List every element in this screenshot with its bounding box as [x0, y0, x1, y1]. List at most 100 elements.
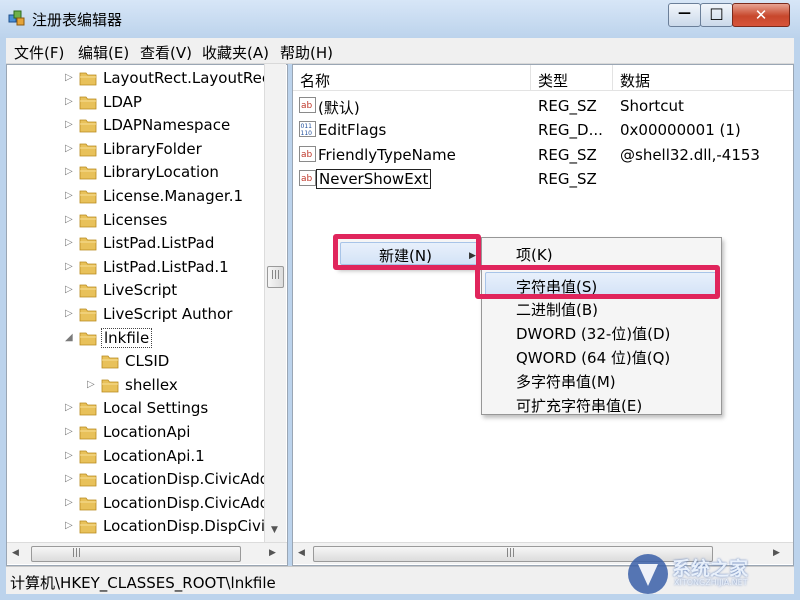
menu-file[interactable]: 文件(F) — [14, 42, 64, 63]
column-header-type[interactable]: 类型 — [531, 65, 613, 91]
folder-icon — [79, 141, 97, 157]
folder-icon — [79, 306, 97, 322]
column-header-data[interactable]: 数据 — [613, 65, 793, 91]
svg-text:110: 110 — [301, 130, 313, 137]
expand-arrow-icon[interactable]: ▷ — [65, 143, 75, 155]
thumb-grip-icon: ||| — [72, 548, 82, 558]
string-value-icon: ab — [299, 169, 316, 186]
tree-item-listpad-listpad-1[interactable]: ▷ ListPad.ListPad.1 — [65, 256, 287, 279]
annotation-highlight-string-value — [475, 265, 720, 299]
tree-item-livescript-author[interactable]: ▷ LiveScript Author — [65, 303, 287, 326]
expand-arrow-icon[interactable]: ▷ — [65, 402, 75, 414]
list-row[interactable]: ab FriendlyTypeName REG_SZ @shell32.dll,-41… — [293, 143, 793, 167]
folder-icon — [79, 330, 97, 346]
tree-item-licenses[interactable]: ▷ Licenses — [65, 209, 287, 232]
tree-item-ldapnamespace[interactable]: ▷ LDAPNamespace — [65, 114, 287, 137]
tree-item-label: LibraryFolder — [103, 139, 202, 158]
svg-text:ab: ab — [301, 101, 313, 111]
annotation-highlight-new — [333, 234, 481, 270]
close-button[interactable]: ✕ — [732, 3, 790, 27]
value-type: REG_SZ — [538, 169, 597, 188]
folder-icon — [79, 424, 97, 440]
menu-favorites[interactable]: 收藏夹(A) — [202, 42, 269, 63]
tree-item-listpad-listpad[interactable]: ▷ ListPad.ListPad — [65, 232, 287, 255]
registry-key-tree[interactable]: ▷ LayoutRect.LayoutRect ▷ LDAP ▷ LDAPNamespac… — [6, 64, 288, 566]
tree-item-local-settings[interactable]: ▷ Local Settings — [65, 397, 287, 420]
thumb-grip-icon: ||| — [506, 548, 516, 558]
tree-item-locationdisp-civicaddr[interactable]: ▷ LocationDisp.CivicAddr — [65, 468, 287, 491]
tree-item-label: LocationDisp.CivicAddr — [103, 470, 276, 489]
expand-arrow-icon[interactable]: ▷ — [87, 379, 97, 391]
tree-item-shellex[interactable]: ▷ shellex — [87, 374, 287, 397]
column-header-name[interactable]: 名称 — [293, 65, 531, 91]
expand-arrow-icon[interactable]: ▷ — [65, 166, 75, 178]
scroll-down-icon[interactable]: ▼ — [271, 525, 278, 535]
minimize-button[interactable]: — — [668, 3, 701, 27]
folder-icon — [79, 495, 97, 511]
tree-item-clsid[interactable]: CLSID — [87, 350, 287, 373]
submenu-item-multi-string-value[interactable]: 多字符串值(M) — [485, 368, 718, 392]
maximize-icon: ☐ — [709, 5, 724, 24]
scroll-right-icon[interactable]: ▶ — [269, 548, 276, 558]
tree-item-label: LiveScript Author — [103, 305, 233, 323]
expand-arrow-icon[interactable]: ▷ — [65, 237, 75, 249]
submenu-item-dword-value[interactable]: DWORD (32-位)值(D) — [485, 320, 718, 344]
tree-item-label: ListPad.ListPad — [103, 234, 215, 253]
submenu-item-multi-string-label: 多字符串值(M) — [516, 373, 616, 391]
tree-item-locationdisp-civicaddr[interactable]: ▷ LocationDisp.CivicAddr — [65, 492, 287, 515]
tree-h-scroll-thumb[interactable]: ||| — [31, 546, 241, 562]
expand-arrow-icon[interactable]: ▷ — [65, 520, 75, 532]
expand-arrow-icon[interactable]: ▷ — [65, 190, 75, 202]
tree-item-livescript[interactable]: ▷ LiveScript — [65, 279, 287, 302]
menu-view[interactable]: 查看(V) — [140, 42, 192, 63]
expand-arrow-icon[interactable]: ▷ — [65, 119, 75, 131]
tree-vertical-scrollbar[interactable]: ||| ▼ — [264, 64, 286, 546]
submenu-item-expandable-string-value[interactable]: 可扩充字符串值(E) — [485, 392, 718, 416]
title-bar[interactable]: 注册表编辑器 — ☐ ✕ — [0, 0, 800, 38]
value-name-rename-field[interactable]: NeverShowExt — [316, 168, 432, 189]
maximize-button[interactable]: ☐ — [700, 3, 733, 27]
list-row[interactable]: 011 110 EditFlags REG_D... 0x00000001 (1) — [293, 118, 793, 142]
submenu-item-key[interactable]: 项(K) — [485, 241, 718, 265]
expand-arrow-icon[interactable] — [87, 355, 97, 367]
tree-item-lnkfile[interactable]: ◢ lnkfile — [65, 327, 287, 350]
expand-arrow-icon[interactable]: ▷ — [65, 261, 75, 273]
folder-icon — [79, 188, 97, 204]
menu-edit[interactable]: 编辑(E) — [78, 42, 129, 63]
scroll-left-icon[interactable]: ◀ — [298, 548, 305, 558]
folder-icon — [101, 377, 119, 393]
tree-item-librarylocation[interactable]: ▷ LibraryLocation — [65, 161, 287, 184]
menu-help[interactable]: 帮助(H) — [280, 42, 333, 63]
tree-item-ldap[interactable]: ▷ LDAP — [65, 91, 287, 114]
tree-item-label: CLSID — [125, 352, 170, 371]
tree-item-layoutrect-layoutrect[interactable]: ▷ LayoutRect.LayoutRect — [65, 67, 287, 90]
tree-scroll-thumb[interactable]: ||| — [267, 266, 284, 288]
expand-arrow-icon[interactable]: ▷ — [65, 497, 75, 509]
expand-arrow-icon[interactable]: ▷ — [65, 284, 75, 296]
list-row[interactable]: ab (默认) REG_SZ Shortcut — [293, 94, 793, 118]
submenu-item-binary-value[interactable]: 二进制值(B) — [485, 296, 718, 320]
expand-arrow-icon[interactable]: ▷ — [65, 96, 75, 108]
collapse-arrow-icon[interactable]: ◢ — [65, 332, 75, 344]
tree-item-locationapi-1[interactable]: ▷ LocationApi.1 — [65, 445, 287, 468]
submenu-item-binary-label: 二进制值(B) — [516, 301, 598, 319]
tree-item-locationapi[interactable]: ▷ LocationApi — [65, 421, 287, 444]
scroll-left-icon[interactable]: ◀ — [12, 548, 19, 558]
regedit-icon — [8, 10, 25, 26]
folder-icon — [79, 518, 97, 534]
expand-arrow-icon[interactable]: ▷ — [65, 426, 75, 438]
tree-item-libraryfolder[interactable]: ▷ LibraryFolder — [65, 138, 287, 161]
expand-arrow-icon[interactable]: ▷ — [65, 308, 75, 320]
list-row[interactable]: ab NeverShowExt REG_SZ — [293, 167, 793, 191]
expand-arrow-icon[interactable]: ▷ — [65, 450, 75, 462]
expand-arrow-icon[interactable]: ▷ — [65, 473, 75, 485]
tree-item-license-manager-1[interactable]: ▷ License.Manager.1 — [65, 185, 287, 208]
tree-item-locationdisp-dispcivic[interactable]: ▷ LocationDisp.DispCivic — [65, 515, 287, 538]
expand-arrow-icon[interactable]: ▷ — [65, 214, 75, 226]
expand-arrow-icon[interactable]: ▷ — [65, 72, 75, 84]
tree-item-label: LiveScript — [103, 281, 178, 300]
tree-horizontal-scrollbar[interactable]: ◀ ||| ▶ — [7, 542, 287, 564]
value-type: REG_SZ — [538, 145, 597, 164]
submenu-item-qword-value[interactable]: QWORD (64 位)值(Q) — [485, 344, 718, 368]
folder-icon — [79, 70, 97, 86]
